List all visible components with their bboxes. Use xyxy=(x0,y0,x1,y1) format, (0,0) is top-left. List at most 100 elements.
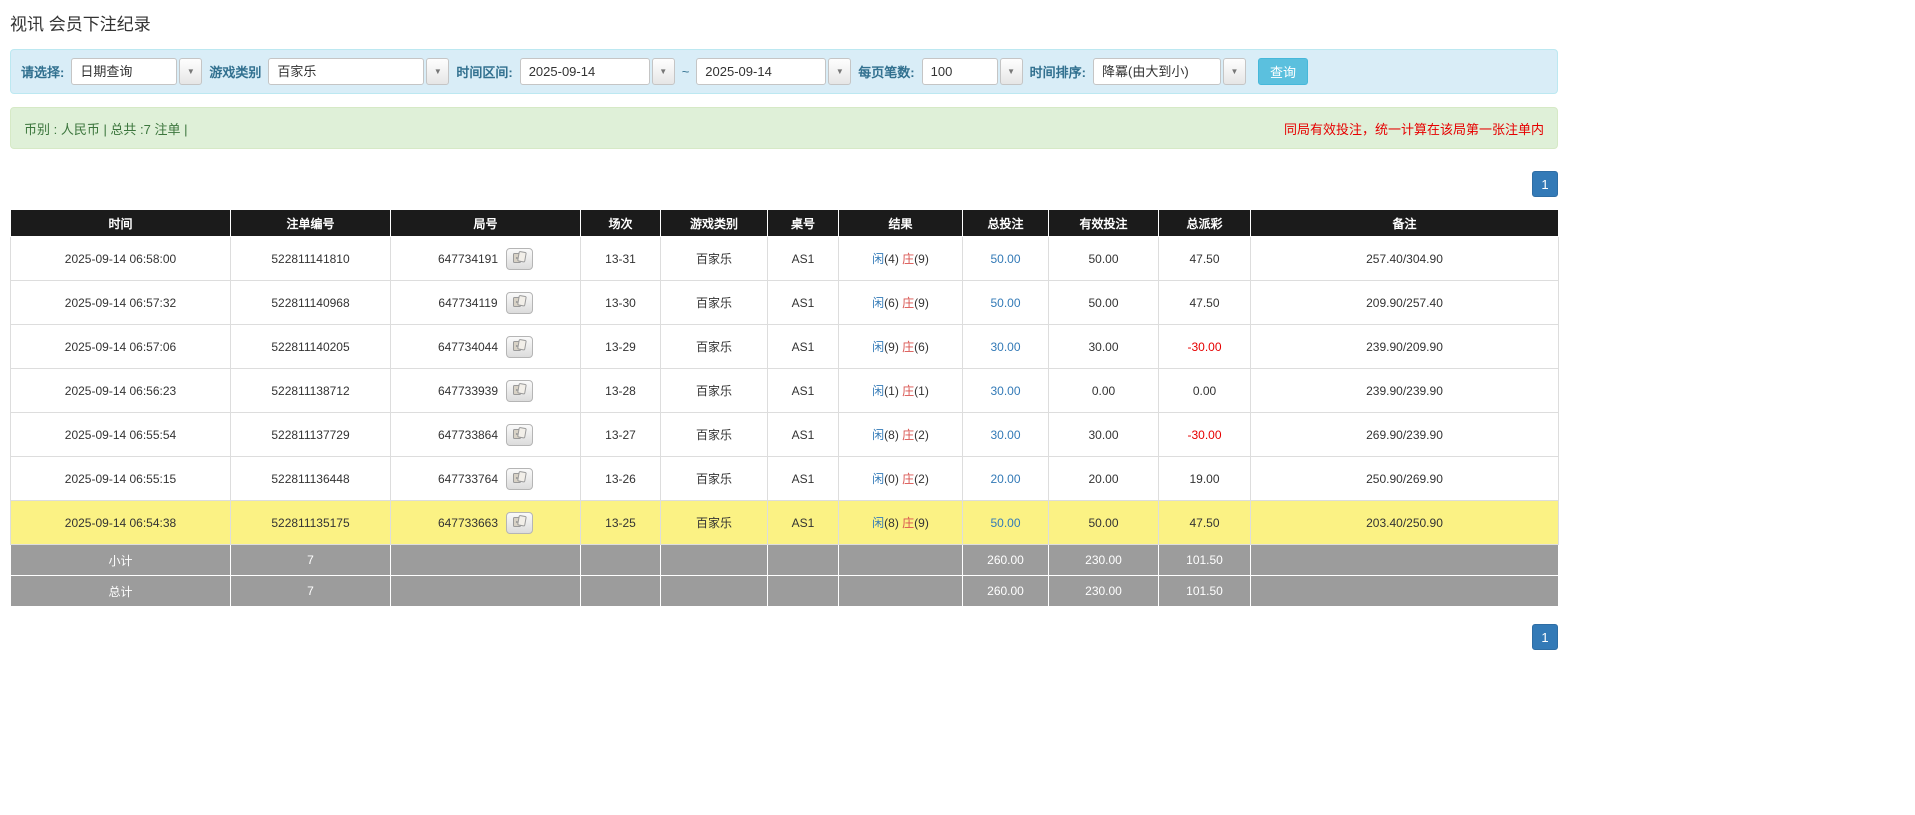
chevron-down-icon[interactable]: ▼ xyxy=(651,58,675,85)
header-payout: 总派彩 xyxy=(1158,209,1251,237)
player-result-label: 闲 xyxy=(872,384,885,398)
cell-valid-bet: 50.00 xyxy=(1048,236,1159,281)
sort-value[interactable]: 降冪(由大到小) xyxy=(1092,58,1221,85)
view-round-result-button[interactable] xyxy=(506,247,534,270)
view-round-result-button[interactable] xyxy=(506,423,534,446)
cell-result: 闲(0) 庄(2) xyxy=(838,456,963,501)
page-1-button[interactable]: 1 xyxy=(1532,624,1558,650)
grand-total-payout: 101.50 xyxy=(1158,575,1251,607)
cards-icon xyxy=(512,514,527,531)
date-to-select[interactable]: 2025-09-14 ▼ xyxy=(696,58,852,85)
grand-total-empty-cell xyxy=(1250,575,1559,607)
sort-select[interactable]: 降冪(由大到小) ▼ xyxy=(1092,58,1246,85)
table-row: 2025-09-14 06:57:32 522811140968 647734119… xyxy=(10,280,1559,325)
cell-payout: 47.50 xyxy=(1158,280,1251,325)
chevron-down-icon[interactable]: ▼ xyxy=(1222,58,1246,85)
per-page-value[interactable]: 100 xyxy=(921,58,998,85)
cell-session: 13-26 xyxy=(580,456,661,501)
cell-result: 闲(4) 庄(9) xyxy=(838,236,963,281)
cell-round: 647733939 xyxy=(390,368,581,413)
banker-result-score: (2) xyxy=(914,428,929,442)
cell-payout: 0.00 xyxy=(1158,368,1251,413)
date-from-value[interactable]: 2025-09-14 xyxy=(519,58,650,85)
player-result-score: (0) xyxy=(884,472,903,486)
view-round-result-button[interactable] xyxy=(506,511,534,534)
player-result-label: 闲 xyxy=(872,340,885,354)
banker-result-score: (9) xyxy=(914,252,929,266)
subtotal-empty-cell xyxy=(1250,544,1559,576)
header-round: 局号 xyxy=(390,209,581,237)
chevron-down-icon[interactable]: ▼ xyxy=(426,58,450,85)
banker-result-score: (1) xyxy=(914,384,929,398)
cell-time: 2025-09-14 06:56:23 xyxy=(10,368,231,413)
grand-total-empty-cell xyxy=(767,575,839,607)
summary-currency-count: 币别 : 人民币 | 总共 :7 注单 | xyxy=(24,121,188,137)
cell-remark: 239.90/239.90 xyxy=(1250,368,1559,413)
cell-valid-bet: 0.00 xyxy=(1048,368,1159,413)
round-number: 647734191 xyxy=(437,251,499,266)
summary-bar: 币别 : 人民币 | 总共 :7 注单 | 同局有效投注，统一计算在该局第一张注… xyxy=(10,107,1558,149)
total-bet-link[interactable]: 20.00 xyxy=(990,472,1020,486)
search-button[interactable]: 查询 xyxy=(1257,58,1308,85)
cell-round: 647734191 xyxy=(390,236,581,281)
banker-result-label: 庄 xyxy=(902,428,915,442)
cell-bet-id: 522811138712 xyxy=(230,368,391,413)
view-round-result-button[interactable] xyxy=(505,291,533,314)
round-number: 647733764 xyxy=(437,471,499,486)
game-type-select[interactable]: 百家乐 ▼ xyxy=(268,58,450,85)
cell-valid-bet: 50.00 xyxy=(1048,500,1159,545)
cell-total-bet: 30.00 xyxy=(962,368,1049,413)
chevron-down-icon[interactable]: ▼ xyxy=(828,58,852,85)
date-range-separator: ~ xyxy=(681,64,690,79)
game-type-label: 游戏类别 xyxy=(209,65,262,80)
header-game-type: 游戏类别 xyxy=(660,209,768,237)
cell-game-type: 百家乐 xyxy=(660,456,768,501)
subtotal-empty-cell xyxy=(390,544,581,576)
view-round-result-button[interactable] xyxy=(506,379,534,402)
cell-total-bet: 50.00 xyxy=(962,500,1049,545)
table-row: 2025-09-14 06:56:23 522811138712 647733939… xyxy=(10,368,1559,413)
player-result-score: (1) xyxy=(884,384,903,398)
total-bet-link[interactable]: 50.00 xyxy=(990,516,1020,530)
chevron-down-icon[interactable]: ▼ xyxy=(999,58,1023,85)
total-bet-link[interactable]: 30.00 xyxy=(990,384,1020,398)
sort-label: 时间排序: xyxy=(1029,65,1086,80)
cell-time: 2025-09-14 06:57:06 xyxy=(10,324,231,369)
cell-result: 闲(1) 庄(1) xyxy=(838,368,963,413)
cell-bet-id: 522811140205 xyxy=(230,324,391,369)
view-round-result-button[interactable] xyxy=(506,335,534,358)
round-number: 647734119 xyxy=(438,295,498,310)
game-type-value[interactable]: 百家乐 xyxy=(268,58,425,85)
query-type-select[interactable]: 日期查询 ▼ xyxy=(71,58,203,85)
total-bet-link[interactable]: 30.00 xyxy=(990,428,1020,442)
cell-payout: -30.00 xyxy=(1158,324,1251,369)
view-round-result-button[interactable] xyxy=(506,467,534,490)
cell-result: 闲(6) 庄(9) xyxy=(838,280,963,325)
query-type-label: 请选择: xyxy=(21,65,65,80)
subtotal-label: 小计 xyxy=(10,544,231,576)
cell-time: 2025-09-14 06:57:32 xyxy=(10,280,231,325)
date-from-select[interactable]: 2025-09-14 ▼ xyxy=(519,58,675,85)
total-bet-link[interactable]: 50.00 xyxy=(990,252,1020,266)
cell-payout: 47.50 xyxy=(1158,500,1251,545)
cell-game-type: 百家乐 xyxy=(660,236,768,281)
header-remark: 备注 xyxy=(1250,209,1559,237)
query-type-value[interactable]: 日期查询 xyxy=(71,58,178,85)
cell-table-no: AS1 xyxy=(767,236,839,281)
cell-valid-bet: 30.00 xyxy=(1048,412,1159,457)
player-result-label: 闲 xyxy=(872,472,885,486)
subtotal-valid-bet: 230.00 xyxy=(1048,544,1159,576)
cell-time: 2025-09-14 06:54:38 xyxy=(10,500,231,545)
per-page-select[interactable]: 100 ▼ xyxy=(921,58,1023,85)
header-time: 时间 xyxy=(10,209,231,237)
date-to-value[interactable]: 2025-09-14 xyxy=(696,58,827,85)
header-session: 场次 xyxy=(580,209,661,237)
chevron-down-icon[interactable]: ▼ xyxy=(179,58,203,85)
total-bet-link[interactable]: 30.00 xyxy=(990,340,1020,354)
cards-icon xyxy=(512,338,527,355)
page-1-button[interactable]: 1 xyxy=(1532,171,1558,197)
cell-total-bet: 50.00 xyxy=(962,280,1049,325)
total-bet-link[interactable]: 50.00 xyxy=(990,296,1020,310)
cell-remark: 257.40/304.90 xyxy=(1250,236,1559,281)
cell-valid-bet: 30.00 xyxy=(1048,324,1159,369)
